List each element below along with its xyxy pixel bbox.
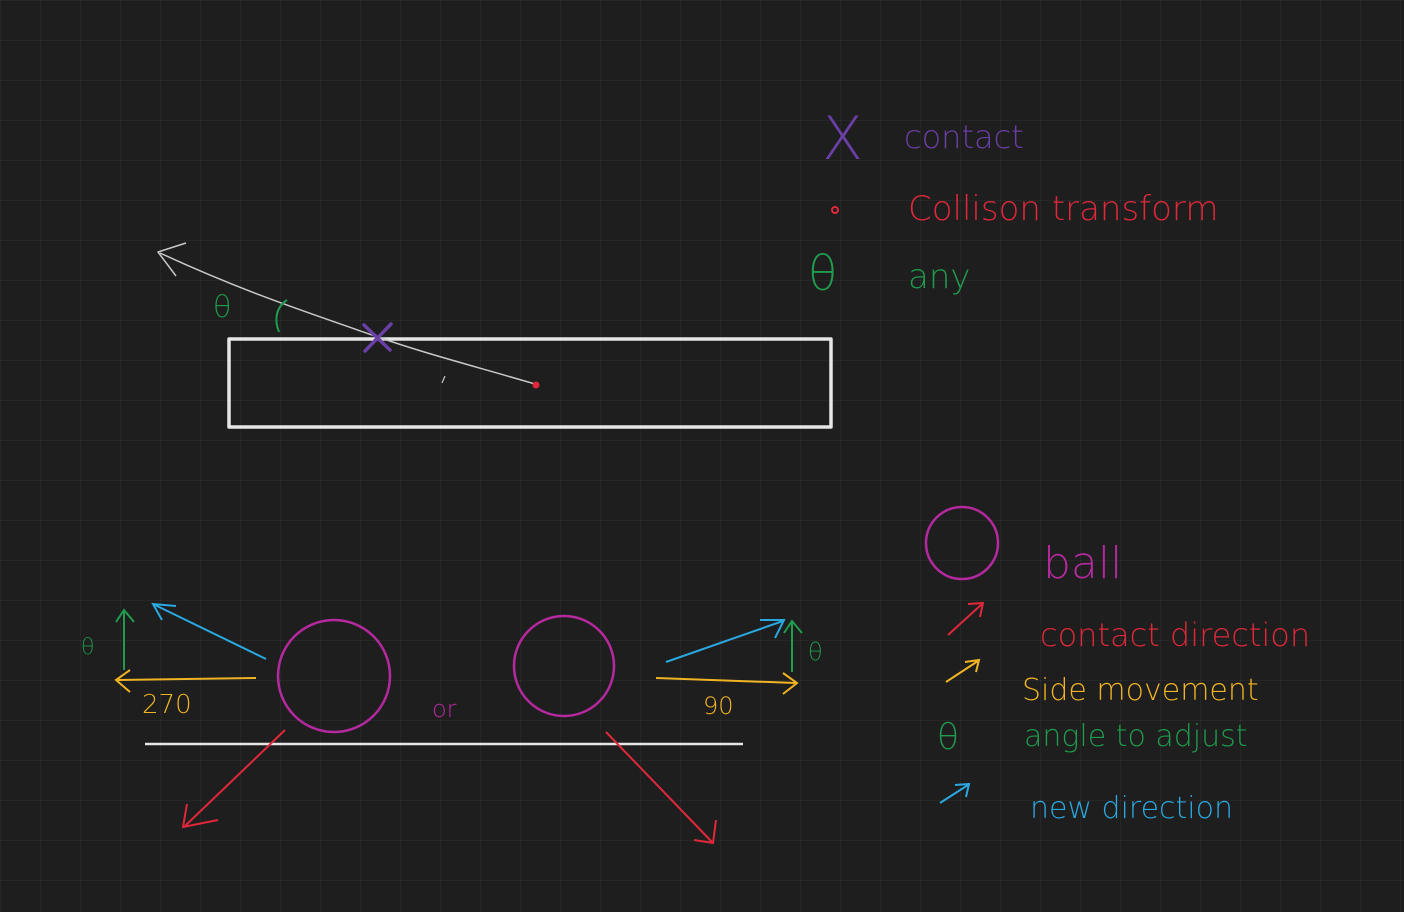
ball-label: ball <box>1043 538 1122 589</box>
or-label: or <box>432 695 457 723</box>
top-theta-label: θ <box>213 290 231 325</box>
angle-to-adjust-label: angle to adjust <box>1024 719 1248 754</box>
right-angle-90: 90 <box>703 692 734 720</box>
collision-transform-label: Collison transform <box>908 189 1218 229</box>
grid-background <box>0 0 1404 912</box>
left-angle-270: 270 <box>142 690 192 720</box>
left-theta-label: θ <box>81 635 94 660</box>
contact-label: contact <box>904 118 1024 156</box>
right-theta-label: θ <box>808 638 823 666</box>
contact-symbol: X <box>822 104 863 174</box>
angle-any-label: any <box>908 257 971 297</box>
angle-adjust-symbol: θ <box>937 717 959 758</box>
new-direction-label: new direction <box>1030 791 1233 826</box>
collision-transform-dot <box>532 381 540 389</box>
whiteboard-canvas: θ X contact Collison transform θ any or … <box>0 0 1404 912</box>
angle-symbol: θ <box>808 246 837 302</box>
contact-direction-label: contact direction <box>1040 616 1310 654</box>
side-movement-label: Side movement <box>1022 673 1259 708</box>
